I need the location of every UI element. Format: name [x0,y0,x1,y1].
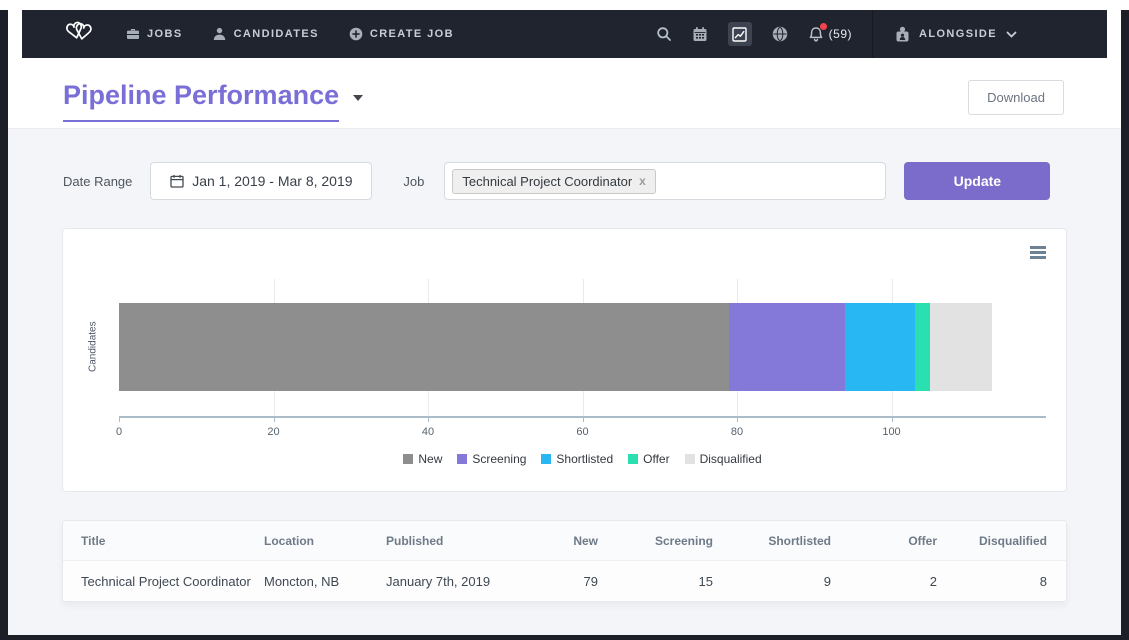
legend-swatch [685,454,695,464]
job-tag-label: Technical Project Coordinator [462,174,632,189]
legend-label: New [418,452,442,466]
table-row[interactable]: Technical Project CoordinatorMoncton, NB… [63,561,1066,601]
notifications-button[interactable]: (59) [808,26,852,43]
date-range-label: Date Range [63,174,132,189]
legend-label: Shortlisted [556,452,613,466]
nav-jobs[interactable]: JOBS [126,27,183,41]
column-header-location: Location [264,534,386,548]
column-header-offer: Offer [831,534,937,548]
app-window: JOBS CANDIDATES CREATE JOB [8,0,1121,635]
briefcase-icon [126,27,140,41]
legend-label: Screening [472,452,526,466]
chart-legend: New Screening Shortlisted Offer Disqualified [119,452,1046,466]
job-label: Job [403,174,424,189]
chart-context-menu-icon[interactable] [1030,246,1046,259]
bar-segment-disqualified[interactable] [930,303,992,391]
column-header-published: Published [386,534,536,548]
pipeline-table-card: TitleLocationPublishedNewScreeningShortl… [62,520,1067,602]
job-tag-chip: Technical Project Coordinator x [452,169,656,194]
legend-swatch [457,454,467,464]
account-name: ALONGSIDE [919,28,997,40]
legend-item-new[interactable]: New [403,452,442,466]
table-cell: Moncton, NB [264,574,386,589]
legend-item-disqualified[interactable]: Disqualified [685,452,762,466]
table-cell: 15 [598,574,713,589]
table-body: Technical Project CoordinatorMoncton, NB… [63,561,1066,601]
page-title[interactable]: Pipeline Performance [63,80,339,122]
person-icon [213,27,227,41]
axis-tick-label: 60 [576,426,588,438]
axis-tick [274,416,275,422]
axis-tick [892,416,893,422]
top-navbar: JOBS CANDIDATES CREATE JOB [22,10,1107,58]
logo-hearts-icon [60,19,98,49]
legend-item-offer[interactable]: Offer [628,452,669,466]
axis-tick-label: 100 [882,426,900,438]
legend-item-screening[interactable]: Screening [457,452,526,466]
search-icon[interactable] [656,26,672,42]
calendar-small-icon [170,174,184,188]
nav-create-job-label: CREATE JOB [370,28,454,40]
chevron-down-icon [1006,31,1017,38]
globe-icon[interactable] [772,26,788,42]
axis-tick-label: 80 [731,426,743,438]
table-cell: 79 [536,574,598,589]
date-range-value: Jan 1, 2019 - Mar 8, 2019 [192,173,352,189]
nav-candidates-label: CANDIDATES [234,28,319,40]
legend-item-shortlisted[interactable]: Shortlisted [541,452,613,466]
update-button[interactable]: Update [904,162,1050,200]
nav-jobs-label: JOBS [147,28,183,40]
nav-create-job[interactable]: CREATE JOB [349,27,454,41]
table-cell: 2 [831,574,937,589]
table-cell: January 7th, 2019 [386,574,536,589]
axis-tick [119,416,120,422]
alongside-logo[interactable] [22,19,126,49]
bar-segment-shortlisted[interactable] [845,303,915,391]
column-header-screening: Screening [598,534,713,548]
axis-tick-label: 20 [267,426,279,438]
axis-tick-label: 40 [422,426,434,438]
bar-segment-screening[interactable] [729,303,845,391]
bar-segment-new[interactable] [119,303,729,391]
stacked-bar [119,303,992,391]
notification-dot [820,23,827,30]
calendar-icon[interactable] [692,26,708,42]
notification-count: (59) [829,27,852,41]
legend-label: Offer [643,452,669,466]
chart-y-axis-label: Candidates [85,303,101,391]
column-header-disqualified: Disqualified [937,534,1047,548]
legend-swatch [541,454,551,464]
filter-row: Date Range Jan 1, 2019 - Mar 8, 2019 Job… [63,162,1064,200]
nav-candidates[interactable]: CANDIDATES [213,27,319,41]
account-menu[interactable]: ALONGSIDE [872,10,1089,58]
axis-tick [583,416,584,422]
axis-tick [428,416,429,422]
title-dropdown-caret-icon[interactable] [353,95,363,101]
column-header-new: New [536,534,598,548]
axis-tick [737,416,738,422]
axis-tick-label: 0 [116,426,122,438]
analytics-chart-icon[interactable] [728,22,752,46]
column-header-title: Title [81,534,264,548]
date-range-input[interactable]: Jan 1, 2019 - Mar 8, 2019 [150,162,372,200]
bell-icon [808,26,824,43]
table-cell: 9 [713,574,831,589]
table-cell: 8 [937,574,1047,589]
chart-plot-area [119,279,1046,416]
user-icon [895,26,910,42]
legend-swatch [628,454,638,464]
chip-close-icon[interactable]: x [639,175,646,187]
bar-segment-offer[interactable] [915,303,930,391]
legend-swatch [403,454,413,464]
table-cell: Technical Project Coordinator [81,574,264,589]
table-header-row: TitleLocationPublishedNewScreeningShortl… [63,521,1066,561]
column-header-shortlisted: Shortlisted [713,534,831,548]
legend-label: Disqualified [700,452,762,466]
pipeline-chart-card: Candidates New Screening Shortlisted Offer D… [62,228,1067,492]
plus-circle-icon [349,27,363,41]
download-button[interactable]: Download [968,80,1064,115]
job-select-input[interactable]: Technical Project Coordinator x [444,162,886,200]
navbar-actions: (59) ALONGSIDE [656,10,1107,58]
